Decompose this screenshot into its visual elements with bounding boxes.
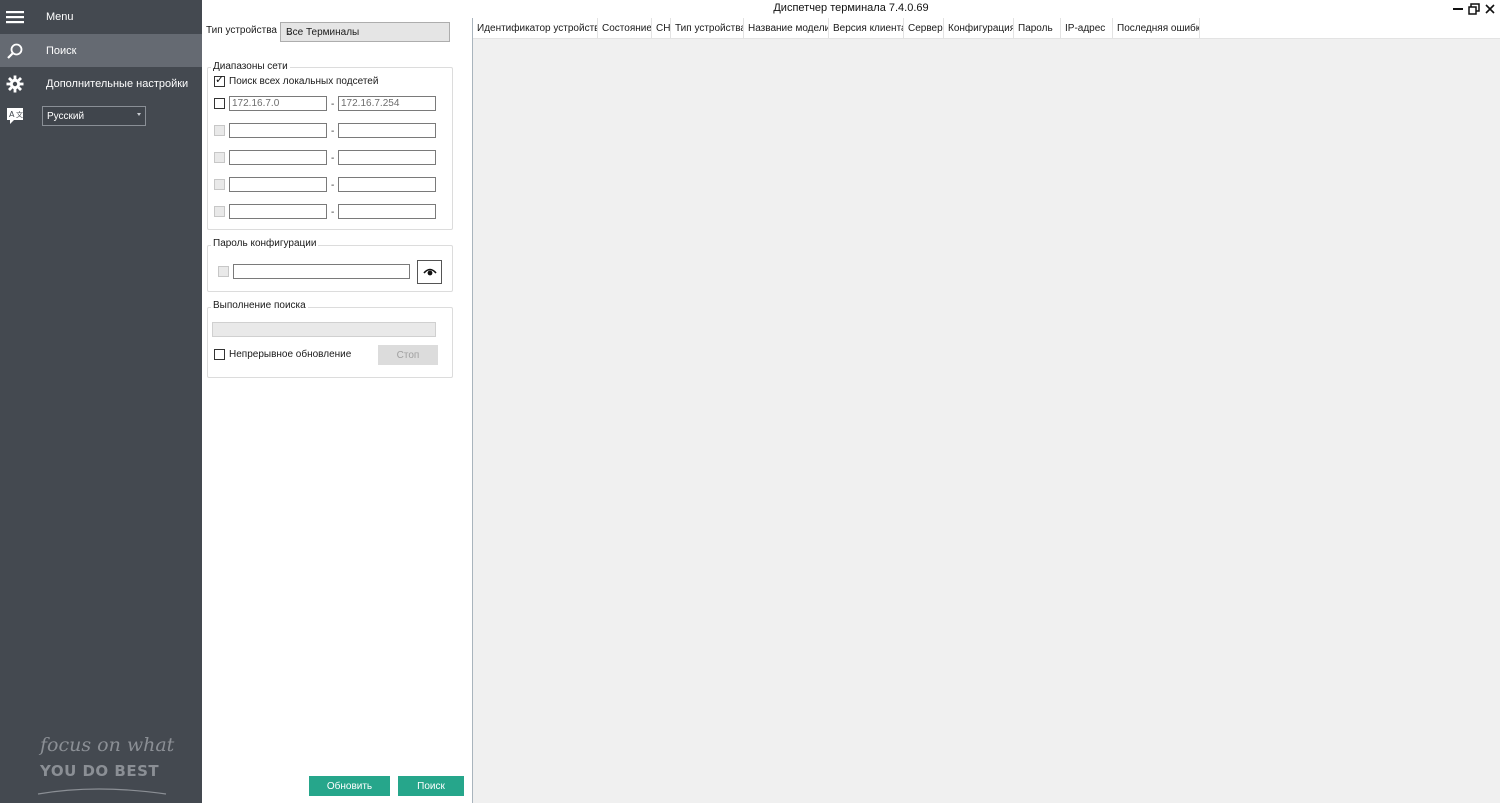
language-select[interactable]: Русский	[42, 106, 146, 126]
close-button[interactable]	[1482, 1, 1498, 17]
search-all-local-label: Поиск всех локальных подсетей	[229, 76, 379, 87]
minimize-button[interactable]	[1450, 1, 1466, 17]
range-3-to-input[interactable]	[338, 150, 436, 165]
range-separator: -	[331, 99, 335, 110]
eye-icon	[422, 268, 437, 276]
range-4-from-input[interactable]	[229, 177, 327, 192]
range-3-checkbox[interactable]	[214, 152, 225, 163]
hamburger-icon	[5, 7, 25, 27]
range-5-checkbox[interactable]	[214, 206, 225, 217]
device-table: Идентификатор устройства Состояние СН Ти…	[473, 18, 1500, 803]
range-2-to-input[interactable]	[338, 123, 436, 138]
search-all-local-checkbox[interactable]: ✓	[214, 74, 225, 87]
sidebar-item-search[interactable]: Поиск	[0, 34, 202, 67]
column-header-password[interactable]: Пароль	[1014, 18, 1061, 38]
device-type-label: Тип устройства	[206, 25, 277, 36]
slogan-logo: focus on what YOU DO BEST	[36, 732, 176, 802]
range-1-checkbox[interactable]	[214, 98, 225, 109]
svg-text:文: 文	[16, 110, 23, 119]
chevron-down-icon	[137, 113, 141, 116]
range-1-to-input[interactable]: 172.16.7.254	[338, 96, 436, 111]
range-separator: -	[331, 153, 335, 164]
device-type-select[interactable]: Все Терминалы ⌄	[280, 22, 450, 42]
network-ranges-legend: Диапазоны сети	[211, 61, 290, 72]
checkmark-icon: ✓	[215, 74, 225, 86]
menu-toggle[interactable]: Menu	[0, 0, 202, 33]
range-separator: -	[331, 126, 335, 137]
minimize-icon	[1453, 8, 1463, 10]
sidebar: Menu Поиск Дополнительные настройки A 文 …	[0, 0, 202, 803]
column-header-ip-address[interactable]: IP-адрес	[1061, 18, 1113, 38]
config-password-legend: Пароль конфигурации	[211, 238, 319, 249]
language-value: Русский	[47, 111, 85, 122]
column-header-client-version[interactable]: Версия клиента	[829, 18, 904, 38]
restore-button[interactable]	[1466, 1, 1482, 17]
continuous-update-label: Непрерывное обновление	[229, 349, 352, 360]
range-2-from-input[interactable]	[229, 123, 327, 138]
column-header-device-id[interactable]: Идентификатор устройства	[473, 18, 598, 38]
sidebar-item-label: Дополнительные настройки	[46, 77, 189, 90]
range-separator: -	[331, 180, 335, 191]
slogan-line1: focus on what	[40, 734, 175, 756]
refresh-button[interactable]: Обновить	[309, 776, 390, 796]
column-header-model-name[interactable]: Название модели	[744, 18, 829, 38]
svg-text:A: A	[9, 110, 15, 119]
column-header-last-error[interactable]: Последняя ошибка	[1113, 18, 1200, 38]
menu-label: Menu	[46, 10, 74, 23]
range-5-from-input[interactable]	[229, 204, 327, 219]
search-icon	[5, 41, 25, 61]
gear-icon	[5, 74, 25, 94]
search-progress-group	[207, 307, 453, 378]
range-1-from-input[interactable]: 172.16.7.0	[229, 96, 327, 111]
column-header-sn[interactable]: СН	[652, 18, 671, 38]
slogan-swoosh	[37, 788, 167, 795]
continuous-update-checkbox[interactable]	[214, 349, 225, 360]
device-table-header: Идентификатор устройства Состояние СН Ти…	[473, 18, 1500, 39]
search-progress-bar	[212, 322, 436, 337]
slogan-line2: YOU DO BEST	[40, 762, 160, 780]
chevron-down-icon: ⌄	[286, 27, 294, 37]
range-5-to-input[interactable]	[338, 204, 436, 219]
window-title: Диспетчер терминала 7.4.0.69	[773, 2, 929, 14]
title-bar: Диспетчер терминала 7.4.0.69	[202, 0, 1500, 18]
restore-icon	[1468, 3, 1480, 15]
language-icon: A文	[5, 106, 25, 126]
config-password-input[interactable]	[233, 264, 410, 279]
column-header-device-type[interactable]: Тип устройства	[671, 18, 744, 38]
sidebar-item-label: Поиск	[46, 44, 77, 57]
column-header-server[interactable]: Сервер	[904, 18, 944, 38]
search-button[interactable]: Поиск	[398, 776, 464, 796]
sidebar-item-advanced-settings[interactable]: Дополнительные настройки	[0, 67, 202, 100]
range-separator: -	[331, 207, 335, 218]
range-4-checkbox[interactable]	[214, 179, 225, 190]
config-password-checkbox[interactable]	[218, 266, 229, 277]
column-header-configuration[interactable]: Конфигурация	[944, 18, 1014, 38]
stop-button[interactable]: Стоп	[378, 345, 438, 365]
show-password-button[interactable]	[417, 260, 442, 284]
range-4-to-input[interactable]	[338, 177, 436, 192]
close-icon	[1485, 4, 1495, 14]
column-header-state[interactable]: Состояние	[598, 18, 652, 38]
search-progress-legend: Выполнение поиска	[211, 300, 308, 311]
range-2-checkbox[interactable]	[214, 125, 225, 136]
range-3-from-input[interactable]	[229, 150, 327, 165]
